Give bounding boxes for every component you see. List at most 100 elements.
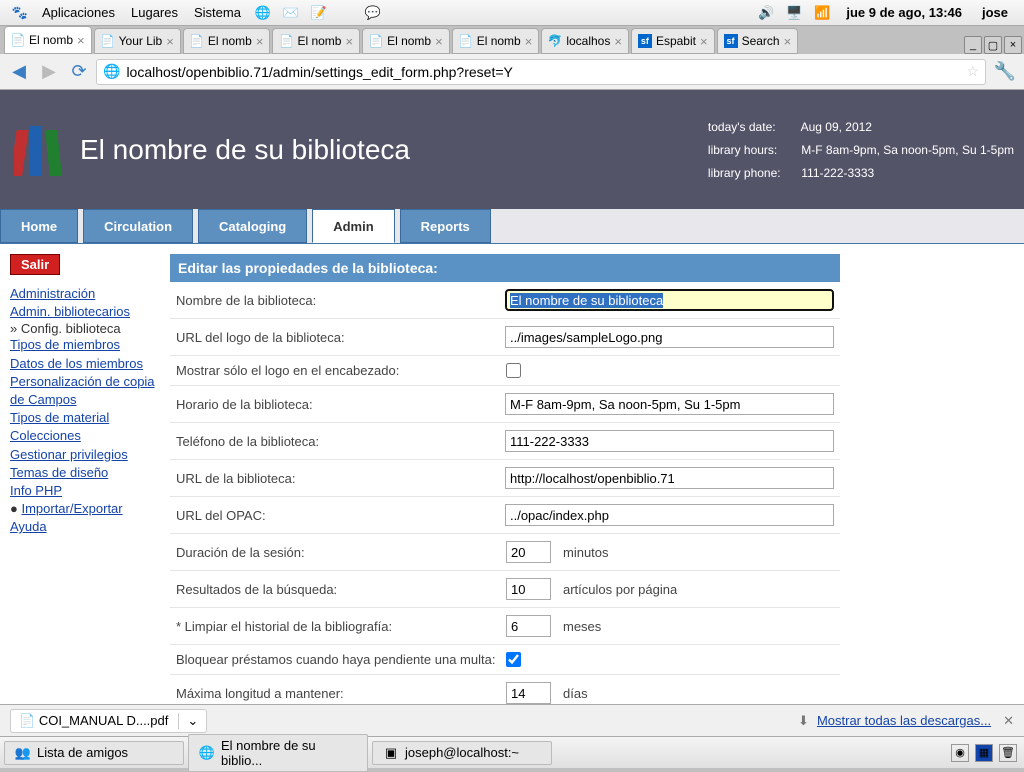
chevron-down-icon[interactable]: ⌄ xyxy=(178,713,198,729)
close-icon[interactable]: × xyxy=(345,34,353,49)
input-logo-url[interactable] xyxy=(505,326,834,348)
display-tray-icon[interactable]: 🖥️ xyxy=(784,3,804,23)
label-purge: * Limpiar el historial de la bibliografí… xyxy=(176,619,506,634)
page-icon: 📄 xyxy=(279,34,293,48)
file-icon: 📄 xyxy=(19,713,35,729)
browser-tab[interactable]: sfEspabit× xyxy=(631,28,715,54)
form-title: Editar las propiedades de la biblioteca: xyxy=(170,254,840,282)
chrome-launcher-icon[interactable]: 🌐 xyxy=(253,3,273,23)
browser-tab[interactable]: 📄Your Lib× xyxy=(94,28,181,54)
tray-workspace-icon[interactable]: ▦ xyxy=(975,744,993,762)
reload-button[interactable]: ⟳ xyxy=(66,59,92,85)
browser-tab[interactable]: 📄El nomb× xyxy=(183,28,271,54)
settings-wrench-icon[interactable]: 🔧 xyxy=(992,59,1018,85)
page-content: El nombre de su biblioteca today's date:… xyxy=(0,90,1024,704)
close-icon[interactable]: × xyxy=(77,33,85,48)
nav-circulation[interactable]: Circulation xyxy=(83,209,193,243)
nav-home[interactable]: Home xyxy=(0,209,78,243)
sidebar-php-info[interactable]: Info PHP xyxy=(10,482,160,500)
url-text: localhost/openbiblio.71/admin/settings_e… xyxy=(126,64,960,80)
sidebar-library-config: » Config. biblioteca xyxy=(10,321,121,336)
logout-button[interactable]: Salir xyxy=(10,254,60,275)
close-icon[interactable]: × xyxy=(784,34,792,49)
input-hours[interactable] xyxy=(505,393,834,415)
download-shelf: 📄 COI_MANUAL D....pdf ⌄ ⬇ Mostrar todas … xyxy=(0,704,1024,736)
menu-system[interactable]: Sistema xyxy=(186,5,249,20)
address-bar[interactable]: 🌐 localhost/openbiblio.71/admin/settings… xyxy=(96,59,986,85)
menu-places[interactable]: Lugares xyxy=(123,5,186,20)
mail-launcher-icon[interactable]: ✉️ xyxy=(281,3,301,23)
sidebar-privileges[interactable]: Gestionar privilegios xyxy=(10,446,160,464)
chrome-icon: 🌐 xyxy=(199,745,215,761)
close-icon[interactable]: × xyxy=(700,34,708,49)
close-icon[interactable]: × xyxy=(256,34,264,49)
browser-tab[interactable]: 🐬localhos× xyxy=(541,28,629,54)
close-icon[interactable]: × xyxy=(614,34,622,49)
nav-admin[interactable]: Admin xyxy=(312,209,394,243)
window-minimize-button[interactable]: _ xyxy=(964,36,982,54)
browser-window: 📄El nomb× 📄Your Lib× 📄El nomb× 📄El nomb×… xyxy=(0,26,1024,704)
sound-tray-icon[interactable]: 🔊 xyxy=(756,3,776,23)
sidebar-material-types[interactable]: Tipos de material xyxy=(10,409,160,427)
nav-reports[interactable]: Reports xyxy=(400,209,491,243)
input-session[interactable] xyxy=(506,541,551,563)
sidebar-librarians[interactable]: Admin. bibliotecarios xyxy=(10,303,160,321)
input-opac-url[interactable] xyxy=(505,504,834,526)
user-menu[interactable]: jose xyxy=(972,5,1018,20)
close-icon[interactable]: × xyxy=(525,34,533,49)
taskbar-chrome[interactable]: 🌐El nombre de su biblio... xyxy=(188,734,368,772)
sidebar-copy-fields[interactable]: Personalización de copia de Campos xyxy=(10,373,160,409)
library-info: today's date: Aug 09, 2012 library hours… xyxy=(708,111,1024,189)
browser-toolbar: ◀ ▶ ⟳ 🌐 localhost/openbiblio.71/admin/se… xyxy=(0,54,1024,90)
notes-launcher-icon[interactable]: 📝 xyxy=(309,3,329,23)
bookmark-star-icon[interactable]: ☆ xyxy=(966,63,979,80)
network-tray-icon[interactable]: 📶 xyxy=(812,3,832,23)
checkbox-block-fines[interactable] xyxy=(506,652,521,667)
sidebar-member-types[interactable]: Tipos de miembros xyxy=(10,336,160,354)
taskbar-terminal[interactable]: ▣joseph@localhost:~ xyxy=(372,741,552,765)
browser-tab[interactable]: 📄El nomb× xyxy=(272,28,360,54)
sidebar-help[interactable]: Ayuda xyxy=(10,518,160,536)
back-button[interactable]: ◀ xyxy=(6,59,32,85)
page-icon: 📄 xyxy=(11,33,25,47)
input-purge[interactable] xyxy=(506,615,551,637)
nav-cataloging[interactable]: Cataloging xyxy=(198,209,307,243)
chat-launcher-icon[interactable]: 💬 xyxy=(363,3,383,23)
clock[interactable]: jue 9 de ago, 13:46 xyxy=(836,5,972,20)
sidebar-administration[interactable]: Administración xyxy=(10,285,160,303)
tray-trash-icon[interactable]: 🗑 xyxy=(999,744,1017,762)
sidebar-collections[interactable]: Colecciones xyxy=(10,427,160,445)
pidgin-icon: 👥 xyxy=(15,745,31,761)
tray-chrome-icon[interactable]: ◉ xyxy=(951,744,969,762)
input-max-hold[interactable] xyxy=(506,682,551,704)
close-icon[interactable]: × xyxy=(435,34,443,49)
forward-button[interactable]: ▶ xyxy=(36,59,62,85)
checkbox-only-logo[interactable] xyxy=(506,363,521,378)
window-close-button[interactable]: × xyxy=(1004,36,1022,54)
page-icon: 📄 xyxy=(369,34,383,48)
arrow-down-icon: ⬇ xyxy=(798,713,809,729)
browser-tab[interactable]: 📄El nomb× xyxy=(4,26,92,54)
sidebar-import-export[interactable]: Importar/Exportar xyxy=(21,501,122,516)
window-maximize-button[interactable]: ▢ xyxy=(984,36,1002,54)
browser-tab[interactable]: 📄El nomb× xyxy=(452,28,540,54)
download-filename: COI_MANUAL D....pdf xyxy=(39,713,169,728)
input-library-name[interactable] xyxy=(505,289,834,311)
sidebar-themes[interactable]: Temas de diseño xyxy=(10,464,160,482)
download-item[interactable]: 📄 COI_MANUAL D....pdf ⌄ xyxy=(10,709,207,733)
taskbar-friends[interactable]: 👥Lista de amigos xyxy=(4,741,184,765)
browser-tab[interactable]: 📄El nomb× xyxy=(362,28,450,54)
browser-tab[interactable]: sfSearch× xyxy=(717,28,799,54)
input-results[interactable] xyxy=(506,578,551,600)
system-tray: ◉ ▦ 🗑 xyxy=(948,744,1020,762)
input-phone[interactable] xyxy=(505,430,834,452)
input-library-url[interactable] xyxy=(505,467,834,489)
sidebar-member-data[interactable]: Datos de los miembros xyxy=(10,355,160,373)
gnome-top-panel: 🐾 Aplicaciones Lugares Sistema 🌐 ✉️ 📝 💬 … xyxy=(0,0,1024,26)
sf-icon: sf xyxy=(638,34,652,48)
menu-applications[interactable]: Aplicaciones xyxy=(34,5,123,20)
show-all-downloads[interactable]: Mostrar todas las descargas... xyxy=(817,713,991,728)
globe-icon: 🌐 xyxy=(103,63,120,80)
close-icon[interactable]: × xyxy=(166,34,174,49)
close-shelf-button[interactable]: ✕ xyxy=(1003,713,1014,729)
